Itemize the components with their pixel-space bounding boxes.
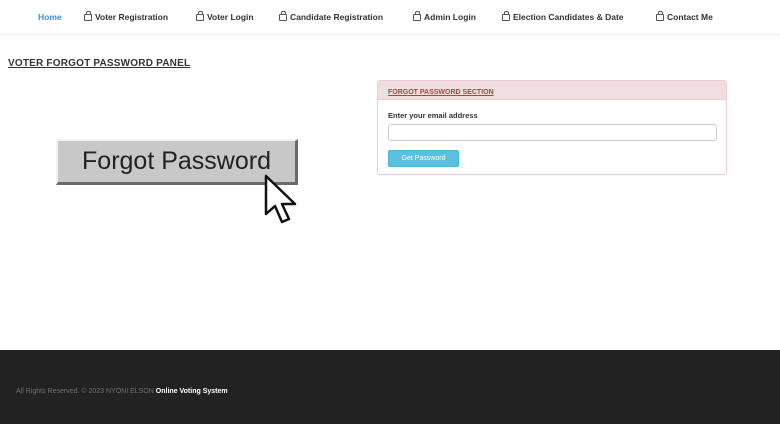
panel-header: FORGOT PASSWORD SECTION	[378, 81, 726, 100]
lock-icon	[656, 11, 664, 21]
nav-candidate-registration[interactable]: Candidate Registration	[279, 11, 384, 22]
nav-voter-registration[interactable]: Voter Registration	[84, 11, 169, 22]
nav-voter-login-label: Voter Login	[207, 12, 254, 22]
panel-title: FORGOT PASSWORD SECTION	[388, 89, 494, 96]
lock-icon	[84, 11, 92, 21]
footer-brand: Online Voting System	[155, 388, 228, 395]
nav-home-label: Home	[38, 12, 62, 22]
lock-icon	[502, 11, 510, 21]
nav-voter-registration-label: Voter Registration	[95, 12, 169, 22]
email-input[interactable]	[388, 124, 717, 141]
nav-admin-login[interactable]: Admin Login	[413, 11, 476, 22]
footer: All Rights Reserved. © 2023 NYONI ELSON …	[0, 350, 780, 424]
forgot-password-panel: FORGOT PASSWORD SECTION Enter your email…	[377, 80, 727, 175]
get-password-button[interactable]: Get Password	[388, 150, 459, 167]
nav-election-candidates[interactable]: Election Candidates & Date	[502, 11, 624, 22]
nav-contact-me-label: Contact Me	[667, 12, 713, 22]
copyright-text: All Rights Reserved. © 2023 NYONI ELSON	[16, 388, 154, 395]
nav-voter-login[interactable]: Voter Login	[196, 11, 254, 22]
footer-copyright: All Rights Reserved. © 2023 NYONI ELSON …	[16, 388, 228, 395]
mouse-pointer-icon	[262, 174, 306, 231]
email-label: Enter your email address	[388, 111, 478, 120]
nav-candidate-registration-label: Candidate Registration	[290, 12, 384, 22]
nav-home[interactable]: Home	[38, 12, 62, 22]
lock-icon	[413, 11, 421, 21]
nav-contact-me[interactable]: Contact Me	[656, 11, 713, 22]
illustration-text: Forgot Password	[82, 147, 271, 175]
lock-icon	[196, 11, 204, 21]
page-title: VOTER FORGOT PASSWORD PANEL	[8, 58, 191, 69]
lock-icon	[279, 11, 287, 21]
nav-election-candidates-label: Election Candidates & Date	[513, 12, 624, 22]
nav-admin-login-label: Admin Login	[424, 12, 476, 22]
top-navbar: Home Voter Registration Voter Login Cand…	[0, 0, 780, 35]
